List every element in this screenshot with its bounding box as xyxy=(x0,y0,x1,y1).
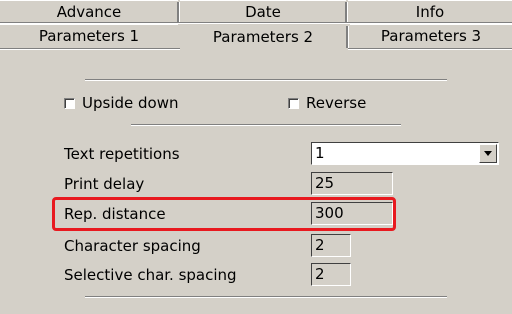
tab-advance[interactable]: Advance xyxy=(0,0,178,22)
tab-parameters-2-label: Parameters 2 xyxy=(212,28,314,46)
selective-char-spacing-label: Selective char. spacing xyxy=(64,266,237,284)
group-divider-top xyxy=(85,79,447,80)
character-spacing-label: Character spacing xyxy=(64,237,201,255)
upside-down-label: Upside down xyxy=(82,94,179,112)
character-spacing-value: 2 xyxy=(315,236,325,254)
tab-parameters-1[interactable]: Parameters 1 xyxy=(0,24,178,46)
print-delay-value: 25 xyxy=(315,174,335,192)
selective-char-spacing-value: 2 xyxy=(315,265,325,283)
tab-advance-label: Advance xyxy=(56,2,122,21)
tab-separator xyxy=(177,2,179,22)
print-delay-input[interactable]: 25 xyxy=(311,172,393,195)
print-delay-label: Print delay xyxy=(64,175,145,193)
chevron-down-icon xyxy=(484,151,492,156)
text-repetitions-select[interactable]: 1 xyxy=(311,142,499,165)
reverse-checkbox-box[interactable] xyxy=(288,97,299,109)
upside-down-checkbox[interactable]: Upside down xyxy=(64,94,178,112)
tab-date[interactable]: Date xyxy=(180,0,346,22)
tab-info-label: Info xyxy=(415,2,445,21)
character-spacing-input[interactable]: 2 xyxy=(311,234,351,257)
tab-info[interactable]: Info xyxy=(348,0,512,22)
tab-panel-top-edge xyxy=(0,48,180,49)
tab-parameters-3-label: Parameters 3 xyxy=(380,26,482,45)
tab-panel-top-edge xyxy=(348,48,512,49)
group-divider-bottom xyxy=(85,296,447,297)
group-divider-middle xyxy=(131,124,401,125)
tab-parameters-1-label: Parameters 1 xyxy=(38,26,140,45)
text-repetitions-label: Text repetitions xyxy=(64,145,180,163)
tab-separator xyxy=(345,2,347,22)
reverse-checkbox[interactable]: Reverse xyxy=(288,94,366,112)
text-repetitions-value: 1 xyxy=(315,144,325,162)
tab-separator xyxy=(346,26,348,48)
tab-parameters-2[interactable]: Parameters 2 xyxy=(180,25,346,49)
reverse-label: Reverse xyxy=(306,94,367,112)
rep-distance-highlight xyxy=(52,197,396,231)
text-repetitions-dropdown-button[interactable] xyxy=(479,144,497,163)
tab-parameters-3[interactable]: Parameters 3 xyxy=(350,24,512,46)
selective-char-spacing-input[interactable]: 2 xyxy=(311,263,351,286)
tab-row-divider xyxy=(0,22,512,23)
tab-date-label: Date xyxy=(245,2,281,21)
upside-down-checkbox-box[interactable] xyxy=(64,97,75,109)
